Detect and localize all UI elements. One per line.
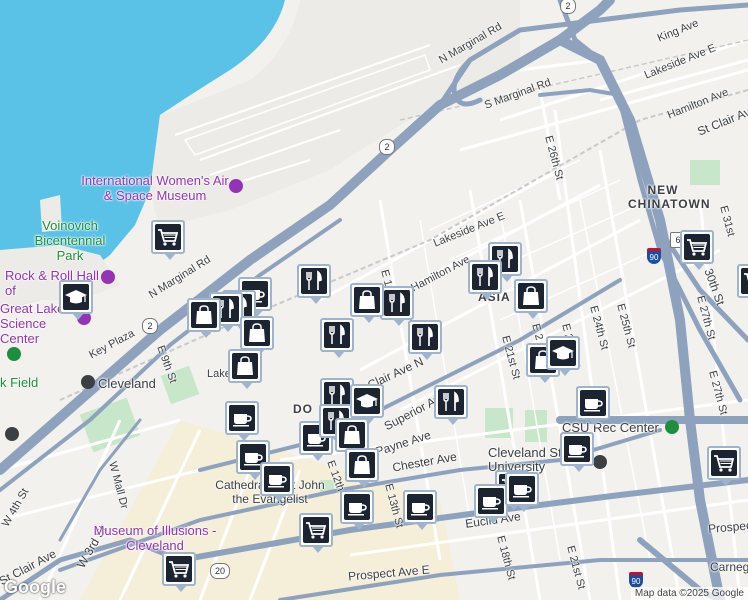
route-2-shield: 2 — [379, 139, 395, 155]
shopping-marker[interactable] — [187, 298, 221, 338]
shopping-icon — [339, 422, 365, 448]
route-20-shield: 20 — [210, 563, 230, 579]
cleveland-station-label[interactable]: Cleveland — [98, 376, 156, 391]
cafe-icon — [509, 476, 535, 502]
road-label-carnegie: Carnegie — [710, 560, 748, 574]
restaurant-icon — [384, 290, 410, 316]
restaurant-icon — [472, 264, 498, 290]
grocery-marker[interactable] — [151, 220, 185, 260]
restaurant-icon — [301, 268, 327, 294]
google-logo[interactable]: Google — [4, 577, 66, 598]
grocery-icon — [155, 224, 181, 250]
cafe-icon — [564, 436, 590, 462]
shopping-marker[interactable] — [228, 349, 262, 389]
shopping-icon — [191, 302, 217, 328]
cafe-marker[interactable] — [505, 472, 539, 512]
grocery-icon — [684, 234, 710, 260]
cafe-icon — [229, 405, 255, 431]
music-hall-icon[interactable] — [101, 270, 115, 284]
shopping-icon — [232, 353, 258, 379]
shopping-marker[interactable] — [345, 448, 379, 488]
intl-womens-museum-label[interactable]: International Women's Air & Space Museum — [80, 173, 230, 203]
school-icon — [63, 284, 89, 310]
shopping-icon — [349, 452, 375, 478]
map-attribution[interactable]: Map data ©2025 Google — [630, 587, 748, 600]
voinovich-park-label[interactable]: Voinovich Bicentennial Park — [30, 218, 110, 263]
school-icon — [354, 388, 380, 414]
cafe-marker[interactable] — [340, 490, 374, 530]
route-2-shield: 2 — [560, 0, 576, 14]
cafe-marker[interactable] — [225, 401, 259, 441]
grocery-icon — [711, 450, 737, 476]
restaurant-marker[interactable] — [468, 260, 502, 300]
shopping-icon — [244, 320, 270, 346]
downtown-label: DO — [293, 402, 313, 416]
route-2-shield: 2 — [142, 318, 158, 334]
train-station-icon[interactable] — [81, 375, 95, 389]
stadium-icon[interactable] — [7, 347, 21, 361]
school-marker[interactable] — [546, 336, 580, 376]
restaurant-marker[interactable] — [434, 385, 468, 425]
restaurant-icon — [324, 322, 350, 348]
restaurant-marker[interactable] — [380, 286, 414, 326]
i-90-shield: 90 — [647, 248, 661, 264]
restaurant-icon — [412, 324, 438, 350]
cafe-icon — [407, 494, 433, 520]
i-90-shield: 90 — [629, 572, 643, 588]
grocery-marker[interactable] — [299, 513, 333, 553]
shopping-icon — [354, 287, 380, 313]
museum-icon[interactable] — [229, 179, 243, 193]
cafe-icon — [478, 488, 504, 514]
grocery-marker[interactable] — [680, 230, 714, 270]
cafe-icon — [264, 466, 290, 492]
grocery-icon — [741, 268, 748, 294]
school-marker[interactable] — [59, 280, 93, 320]
rec-center-icon[interactable] — [665, 420, 679, 434]
shopping-marker[interactable] — [350, 283, 384, 323]
shopping-marker[interactable] — [240, 316, 274, 356]
cafe-marker[interactable] — [576, 386, 610, 426]
cafe-icon — [580, 390, 606, 416]
school-marker[interactable] — [350, 384, 384, 424]
shopping-icon — [518, 283, 544, 309]
cafe-marker[interactable] — [560, 432, 594, 472]
restaurant-icon — [438, 389, 464, 415]
cafe-icon — [344, 494, 370, 520]
grocery-icon — [303, 517, 329, 543]
cafe-marker[interactable] — [403, 490, 437, 530]
grocery-marker[interactable] — [162, 552, 196, 592]
k-field-label[interactable]: k Field — [0, 375, 38, 390]
restaurant-marker[interactable] — [297, 264, 331, 304]
cafe-marker[interactable] — [474, 484, 508, 524]
grocery-marker[interactable] — [707, 446, 741, 486]
museum-of-illusions-label[interactable]: Museum of Illusions - Cleveland — [85, 523, 225, 553]
shopping-marker[interactable] — [514, 279, 548, 319]
grocery-marker[interactable] — [737, 264, 748, 298]
place-icon[interactable] — [5, 427, 19, 441]
new-chinatown-label: NEW CHINATOWN — [628, 183, 711, 211]
school-icon — [550, 340, 576, 366]
cafe-marker[interactable] — [260, 462, 294, 502]
grocery-icon — [166, 556, 192, 582]
restaurant-marker[interactable] — [320, 318, 354, 358]
restaurant-marker[interactable] — [408, 320, 442, 360]
